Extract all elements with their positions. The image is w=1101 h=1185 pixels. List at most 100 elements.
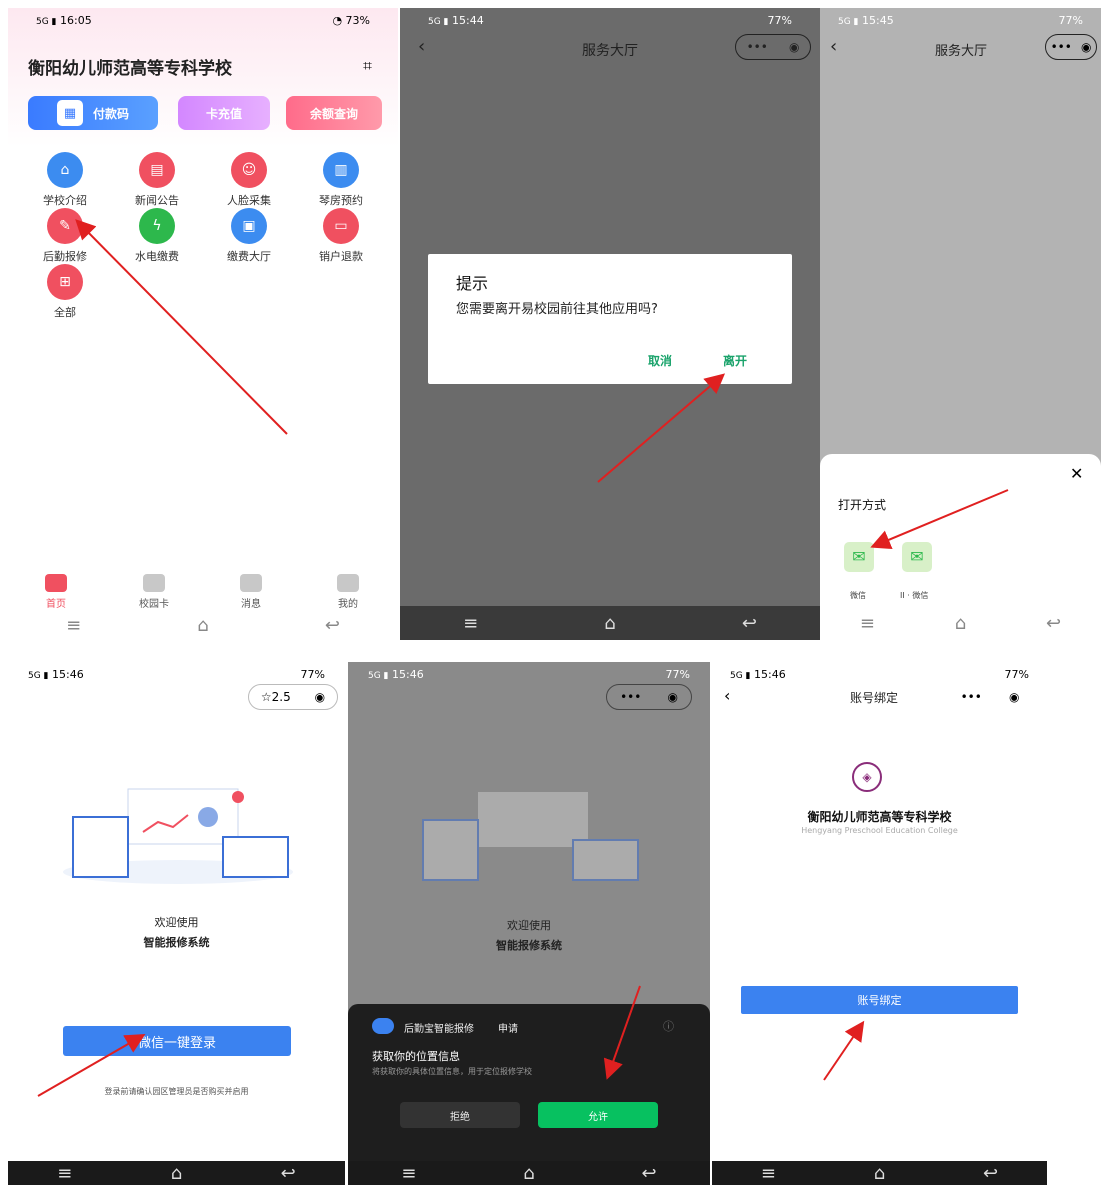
menu-icon[interactable]: ≡ bbox=[761, 1163, 776, 1184]
panel-open-with: 5G ▮ 15:45 77% ‹ 服务大厅 ••• ◉ ✕ 打开方式 ✉ ✉ 微信… bbox=[820, 8, 1101, 640]
cancel-button[interactable]: 取消 bbox=[648, 352, 672, 369]
wechat-icon: ✉ bbox=[852, 547, 866, 566]
grid-item-face-capture[interactable]: ☺ 人脸采集 bbox=[214, 152, 284, 208]
grid-item-news[interactable]: ▤ 新闻公告 bbox=[122, 152, 192, 208]
wechat-clone-app-option[interactable]: ✉ bbox=[902, 542, 932, 572]
permission-desc: 将获取你的具体位置信息，用于定位报修学校 bbox=[372, 1067, 532, 1076]
card-icon bbox=[143, 574, 165, 592]
grid-item-piano-room[interactable]: ▥ 琴房预约 bbox=[306, 152, 376, 208]
wifi-icon: ◔ bbox=[332, 13, 343, 27]
leave-dialog: 提示 您需要离开易校园前往其他应用吗? 取消 离开 bbox=[428, 254, 792, 384]
back-nav-icon[interactable]: ↩ bbox=[742, 613, 757, 634]
tab-messages[interactable]: 消息 bbox=[221, 574, 281, 610]
permission-sheet: 后勤宝智能报修 申请 ⓘ 获取你的位置信息 将获取你的具体位置信息，用于定位报修… bbox=[348, 1004, 710, 1164]
rating-capsule[interactable]: ☆2.5 ◉ bbox=[248, 684, 338, 710]
info-icon[interactable]: ⓘ bbox=[663, 1018, 674, 1034]
back-icon[interactable]: ‹ bbox=[724, 686, 730, 705]
home-nav-icon[interactable]: ⌂ bbox=[955, 613, 966, 634]
grid-item-repair[interactable]: ✎ 后勤报修 bbox=[30, 208, 100, 264]
panel-leave-dialog: 5G ▮ 15:44 77% ‹ 服务大厅 ••• ◉ 提示 您需要离开易校园前往… bbox=[400, 8, 820, 640]
mini-program-capsule[interactable]: ••• ◉ bbox=[947, 684, 1033, 710]
close-icon[interactable]: ✕ bbox=[1070, 464, 1083, 483]
tab-home[interactable]: 首页 bbox=[26, 574, 86, 610]
mini-program-capsule[interactable]: ••• ◉ bbox=[1045, 34, 1097, 60]
welcome-text: 欢迎使用 bbox=[507, 919, 551, 932]
back-nav-icon[interactable]: ↩ bbox=[281, 1163, 296, 1184]
grid-item-refund[interactable]: ▭ 销户退款 bbox=[306, 208, 376, 264]
status-time: 16:05 bbox=[60, 13, 92, 27]
close-circle-icon[interactable]: ◉ bbox=[667, 690, 677, 704]
close-circle-icon[interactable]: ◉ bbox=[315, 690, 325, 704]
menu-icon[interactable]: ≡ bbox=[57, 1163, 72, 1184]
card-recharge-button[interactable]: 卡充值 bbox=[178, 96, 270, 130]
school-icon: ⌂ bbox=[47, 152, 83, 188]
home-nav-icon[interactable]: ⌂ bbox=[604, 613, 615, 634]
all-apps-icon: ⊞ bbox=[47, 264, 83, 300]
piano-icon: ▥ bbox=[323, 152, 359, 188]
system-name: 智能报修系统 bbox=[496, 939, 562, 952]
app-logo-icon bbox=[372, 1018, 394, 1034]
home-nav-icon[interactable]: ⌂ bbox=[197, 615, 208, 636]
tab-mine[interactable]: 我的 bbox=[318, 574, 378, 610]
system-nav-bar: ≡ ⌂ ↩ bbox=[820, 606, 1101, 640]
illustration bbox=[63, 788, 293, 884]
menu-icon[interactable]: ≡ bbox=[66, 615, 81, 636]
back-nav-icon[interactable]: ↩ bbox=[1046, 613, 1061, 634]
close-circle-icon[interactable]: ◉ bbox=[1009, 690, 1019, 704]
more-icon[interactable]: ••• bbox=[747, 40, 768, 54]
close-circle-icon[interactable]: ◉ bbox=[1081, 40, 1091, 54]
back-nav-icon[interactable]: ↩ bbox=[325, 615, 340, 636]
message-icon bbox=[240, 574, 262, 592]
user-icon bbox=[337, 574, 359, 592]
sheet-title: 打开方式 bbox=[838, 498, 887, 512]
login-note: 登录前请确认园区管理员是否购买并启用 bbox=[104, 1087, 249, 1096]
panel-login: 5G ▮ 15:46 77% ☆2.5 ◉ 欢迎使用 智能报修系统 微信一键登录 … bbox=[8, 662, 345, 1185]
menu-icon[interactable]: ≡ bbox=[860, 613, 875, 634]
pay-code-button[interactable]: ▦ 付款码 bbox=[28, 96, 158, 130]
apply-label: 申请 bbox=[498, 1024, 518, 1035]
page-title: 账号绑定 bbox=[850, 691, 899, 705]
allow-button[interactable]: 允许 bbox=[538, 1102, 658, 1128]
menu-icon[interactable]: ≡ bbox=[401, 1163, 416, 1184]
leave-button[interactable]: 离开 bbox=[723, 352, 747, 369]
grid-item-payment-hall[interactable]: ▣ 缴费大厅 bbox=[214, 208, 284, 264]
more-icon[interactable]: ••• bbox=[961, 690, 982, 704]
more-icon[interactable]: ••• bbox=[1051, 40, 1072, 54]
school-english-name: Hengyang Preschool Education College bbox=[801, 826, 958, 835]
star-icon: ☆2.5 bbox=[260, 690, 291, 704]
face-icon: ☺ bbox=[231, 152, 267, 188]
system-nav-bar: ≡ ⌂ ↩ bbox=[8, 1161, 345, 1185]
app-name: 后勤宝智能报修 bbox=[404, 1024, 474, 1035]
grid-item-utilities[interactable]: ϟ 水电缴费 bbox=[122, 208, 192, 264]
panel-location-permission: 5G ▮ 15:46 77% ••• ◉ 欢迎使用 智能报修系统 后勤宝智能报修 … bbox=[348, 662, 710, 1185]
back-nav-icon[interactable]: ↩ bbox=[983, 1163, 998, 1184]
scan-icon[interactable]: ⌗ bbox=[363, 56, 372, 76]
system-name: 智能报修系统 bbox=[143, 936, 210, 949]
wechat-app-option[interactable]: ✉ bbox=[844, 542, 874, 572]
back-icon[interactable]: ‹ bbox=[830, 36, 837, 57]
tab-bar: 首页 校园卡 消息 我的 bbox=[8, 572, 398, 612]
grid-item-all[interactable]: ⊞ 全部 bbox=[30, 264, 100, 320]
status-bar: 5G ▮ 15:46 77% bbox=[730, 667, 1029, 681]
grid-item-school-intro[interactable]: ⌂ 学校介绍 bbox=[30, 152, 100, 208]
balance-query-button[interactable]: 余额查询 bbox=[286, 96, 382, 130]
dialog-title: 提示 bbox=[456, 274, 489, 293]
wrench-icon: ✎ bbox=[47, 208, 83, 244]
wechat-login-button[interactable]: 微信一键登录 bbox=[63, 1026, 291, 1056]
mini-program-capsule[interactable]: ••• ◉ bbox=[606, 684, 692, 710]
home-icon bbox=[45, 574, 67, 592]
system-nav-bar: ≡ ⌂ ↩ bbox=[400, 606, 820, 640]
school-name: 衡阳幼儿师范高等专科学校 bbox=[807, 810, 952, 824]
menu-icon[interactable]: ≡ bbox=[463, 613, 478, 634]
account-bind-button[interactable]: 账号绑定 bbox=[741, 986, 1018, 1014]
home-nav-icon[interactable]: ⌂ bbox=[171, 1163, 182, 1184]
tab-campus-card[interactable]: 校园卡 bbox=[124, 574, 184, 610]
deny-button[interactable]: 拒绝 bbox=[400, 1102, 520, 1128]
mini-program-capsule[interactable]: ••• ◉ bbox=[735, 34, 811, 60]
payment-icon: ▣ bbox=[231, 208, 267, 244]
back-nav-icon[interactable]: ↩ bbox=[641, 1163, 656, 1184]
close-circle-icon[interactable]: ◉ bbox=[789, 40, 799, 54]
home-nav-icon[interactable]: ⌂ bbox=[523, 1163, 534, 1184]
home-nav-icon[interactable]: ⌂ bbox=[874, 1163, 885, 1184]
more-icon[interactable]: ••• bbox=[620, 690, 641, 704]
